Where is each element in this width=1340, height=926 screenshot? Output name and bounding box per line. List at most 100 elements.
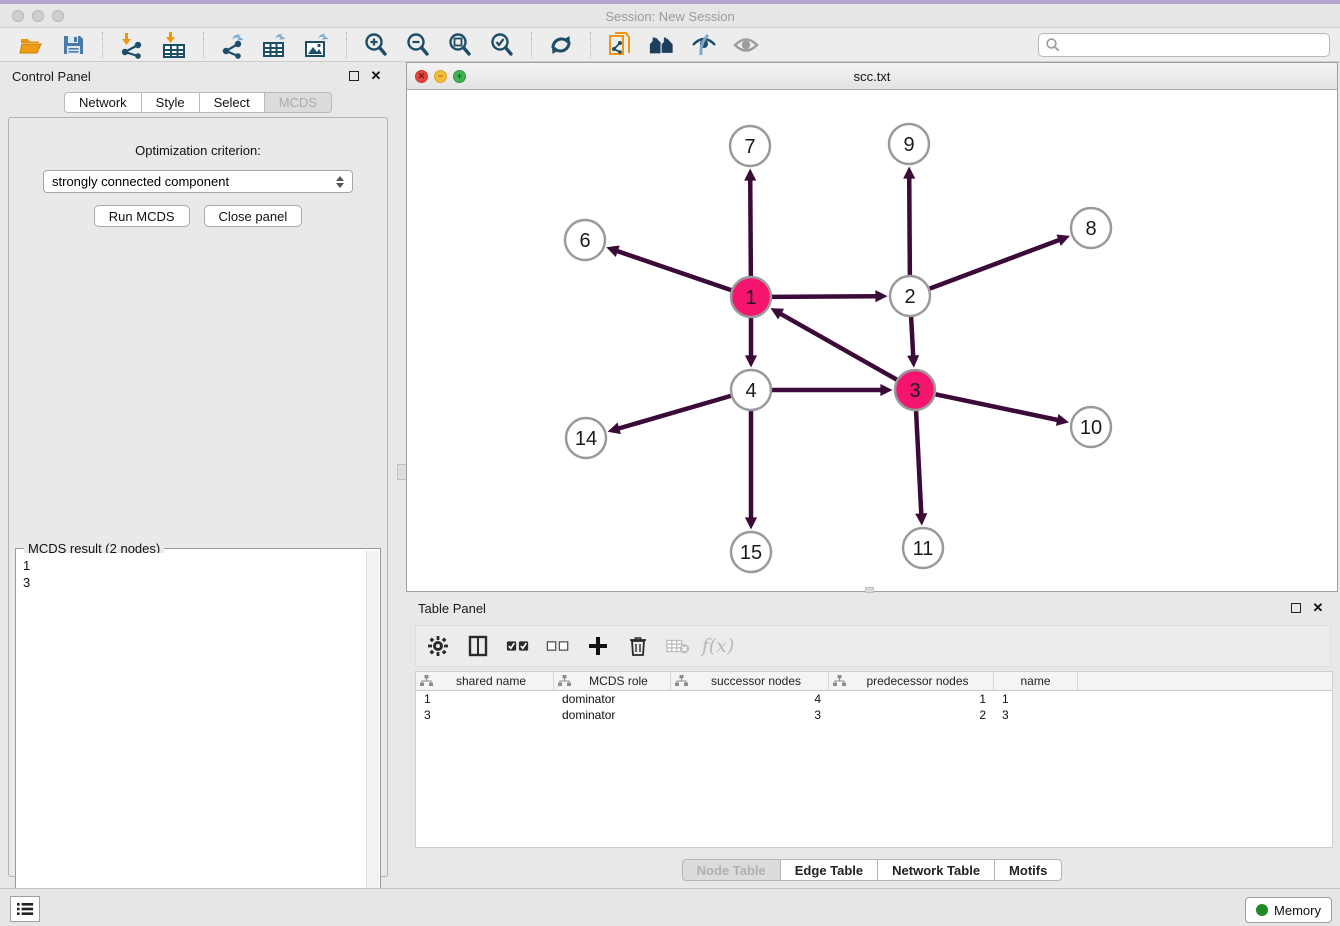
search-input[interactable]: [1061, 38, 1329, 52]
node-label-2: 2: [904, 286, 915, 308]
edge-2-3[interactable]: [911, 317, 913, 356]
column-layout-icon[interactable]: [466, 634, 490, 658]
table-cell[interactable]: dominator: [554, 692, 671, 706]
panel-splitter[interactable]: [401, 62, 404, 888]
node-label-11: 11: [913, 538, 934, 560]
export-image-icon[interactable]: [303, 31, 331, 59]
hide-panel-icon[interactable]: [690, 31, 718, 59]
table-row[interactable]: 3dominator323: [416, 707, 1332, 723]
import-network-icon[interactable]: [118, 31, 146, 59]
node-label-1: 1: [745, 287, 756, 309]
import-table-icon[interactable]: [160, 31, 188, 59]
app-window: Session: New Session: [0, 0, 1340, 926]
column-header-predecessor-nodes[interactable]: predecessor nodes: [829, 672, 994, 690]
tab-network[interactable]: Network: [64, 92, 141, 113]
float-panel-icon[interactable]: [346, 68, 362, 84]
column-header-successor-nodes[interactable]: successor nodes: [671, 672, 829, 690]
optimization-criterion-label: Optimization criterion:: [9, 143, 387, 158]
node-label-6: 6: [579, 230, 590, 252]
table-cell[interactable]: 3: [994, 708, 1078, 722]
edge-3-1[interactable]: [781, 314, 897, 380]
export-network-icon[interactable]: [219, 31, 247, 59]
delete-column-icon[interactable]: [626, 634, 650, 658]
edge-4-14[interactable]: [619, 396, 731, 429]
run-mcds-button[interactable]: Run MCDS: [94, 205, 190, 227]
result-scrollbar[interactable]: [366, 551, 379, 926]
table-row[interactable]: 1dominator411: [416, 691, 1332, 707]
float-panel-icon[interactable]: [1288, 600, 1304, 616]
network-scroll-grip[interactable]: [865, 587, 874, 593]
table-cell[interactable]: 3: [416, 708, 554, 722]
tab-edge-table[interactable]: Edge Table: [780, 859, 877, 881]
home-icon[interactable]: [648, 31, 676, 59]
add-column-icon[interactable]: [586, 634, 610, 658]
column-header-name[interactable]: name: [994, 672, 1078, 690]
column-header-shared-name[interactable]: shared name: [416, 672, 554, 690]
node-table[interactable]: shared nameMCDS rolesuccessor nodesprede…: [415, 671, 1333, 848]
toolbar-separator: [102, 32, 103, 58]
mcds-result-text[interactable]: 1 3: [17, 553, 366, 926]
zoom-fit-icon[interactable]: [446, 31, 474, 59]
edge-1-7[interactable]: [750, 180, 751, 276]
table-cell[interactable]: 1: [416, 692, 554, 706]
table-cell[interactable]: 1: [829, 692, 994, 706]
table-cell[interactable]: dominator: [554, 708, 671, 722]
network-minimize-icon[interactable]: −: [434, 70, 447, 83]
close-panel-button[interactable]: Close panel: [204, 205, 303, 227]
node-label-14: 14: [575, 428, 597, 450]
tab-motifs[interactable]: Motifs: [994, 859, 1062, 881]
memory-button[interactable]: Memory: [1245, 897, 1332, 923]
tab-mcds[interactable]: MCDS: [264, 92, 332, 113]
zoom-in-icon[interactable]: [362, 31, 390, 59]
memory-status-icon: [1256, 904, 1268, 916]
open-file-icon[interactable]: [17, 31, 45, 59]
task-history-button[interactable]: [10, 896, 40, 922]
select-all-icon[interactable]: [506, 634, 530, 658]
network-view-window: ✕ − + scc.txt 7968124314101511: [406, 62, 1338, 592]
mcds-result-box: MCDS result (2 nodes) 1 3: [15, 548, 381, 926]
close-panel-icon[interactable]: ✕: [1310, 600, 1326, 616]
delete-table-icon[interactable]: [666, 634, 690, 658]
network-canvas[interactable]: 7968124314101511: [407, 90, 1337, 591]
optimization-criterion-select[interactable]: strongly connected component: [43, 170, 353, 193]
table-cell[interactable]: 1: [994, 692, 1078, 706]
table-cell[interactable]: 3: [671, 708, 829, 722]
network-graph[interactable]: 7968124314101511: [407, 90, 1337, 591]
save-session-icon[interactable]: [59, 31, 87, 59]
deselect-all-icon[interactable]: [546, 634, 570, 658]
tab-node-table[interactable]: Node Table: [682, 859, 780, 881]
table-cell[interactable]: 4: [671, 692, 829, 706]
edge-1-6[interactable]: [617, 251, 731, 290]
node-label-9: 9: [903, 134, 914, 156]
control-panel-tabs: NetworkStyleSelectMCDS: [0, 92, 396, 113]
edge-2-9[interactable]: [909, 178, 910, 275]
tab-network-table[interactable]: Network Table: [877, 859, 994, 881]
network-maximize-icon[interactable]: +: [453, 70, 466, 83]
edge-1-2[interactable]: [772, 296, 876, 297]
edge-2-8[interactable]: [930, 240, 1060, 289]
function-builder-icon[interactable]: f(x): [706, 634, 730, 658]
toolbar-separator: [531, 32, 532, 58]
network-window-titlebar[interactable]: ✕ − + scc.txt: [407, 63, 1337, 90]
table-cell[interactable]: 2: [829, 708, 994, 722]
status-bar: Memory: [0, 888, 1340, 926]
zoom-out-icon[interactable]: [404, 31, 432, 59]
zoom-selected-icon[interactable]: [488, 31, 516, 59]
apply-layout-icon[interactable]: [547, 31, 575, 59]
close-panel-icon[interactable]: ✕: [368, 68, 384, 84]
control-panel: Control Panel ✕ NetworkStyleSelectMCDS O…: [0, 62, 396, 888]
toolbar-separator: [346, 32, 347, 58]
network-overview-icon[interactable]: [606, 31, 634, 59]
table-toolbar: f(x): [415, 625, 1331, 667]
export-table-icon[interactable]: [261, 31, 289, 59]
tab-style[interactable]: Style: [141, 92, 199, 113]
tab-select[interactable]: Select: [199, 92, 264, 113]
column-header-MCDS-role[interactable]: MCDS role: [554, 672, 671, 690]
settings-gear-icon[interactable]: [426, 634, 450, 658]
edge-3-11[interactable]: [916, 411, 921, 514]
network-close-icon[interactable]: ✕: [415, 70, 428, 83]
search-field[interactable]: [1038, 33, 1330, 57]
table-header-row: shared nameMCDS rolesuccessor nodesprede…: [416, 672, 1332, 691]
edge-3-10[interactable]: [936, 394, 1058, 420]
show-panel-icon[interactable]: [732, 31, 760, 59]
